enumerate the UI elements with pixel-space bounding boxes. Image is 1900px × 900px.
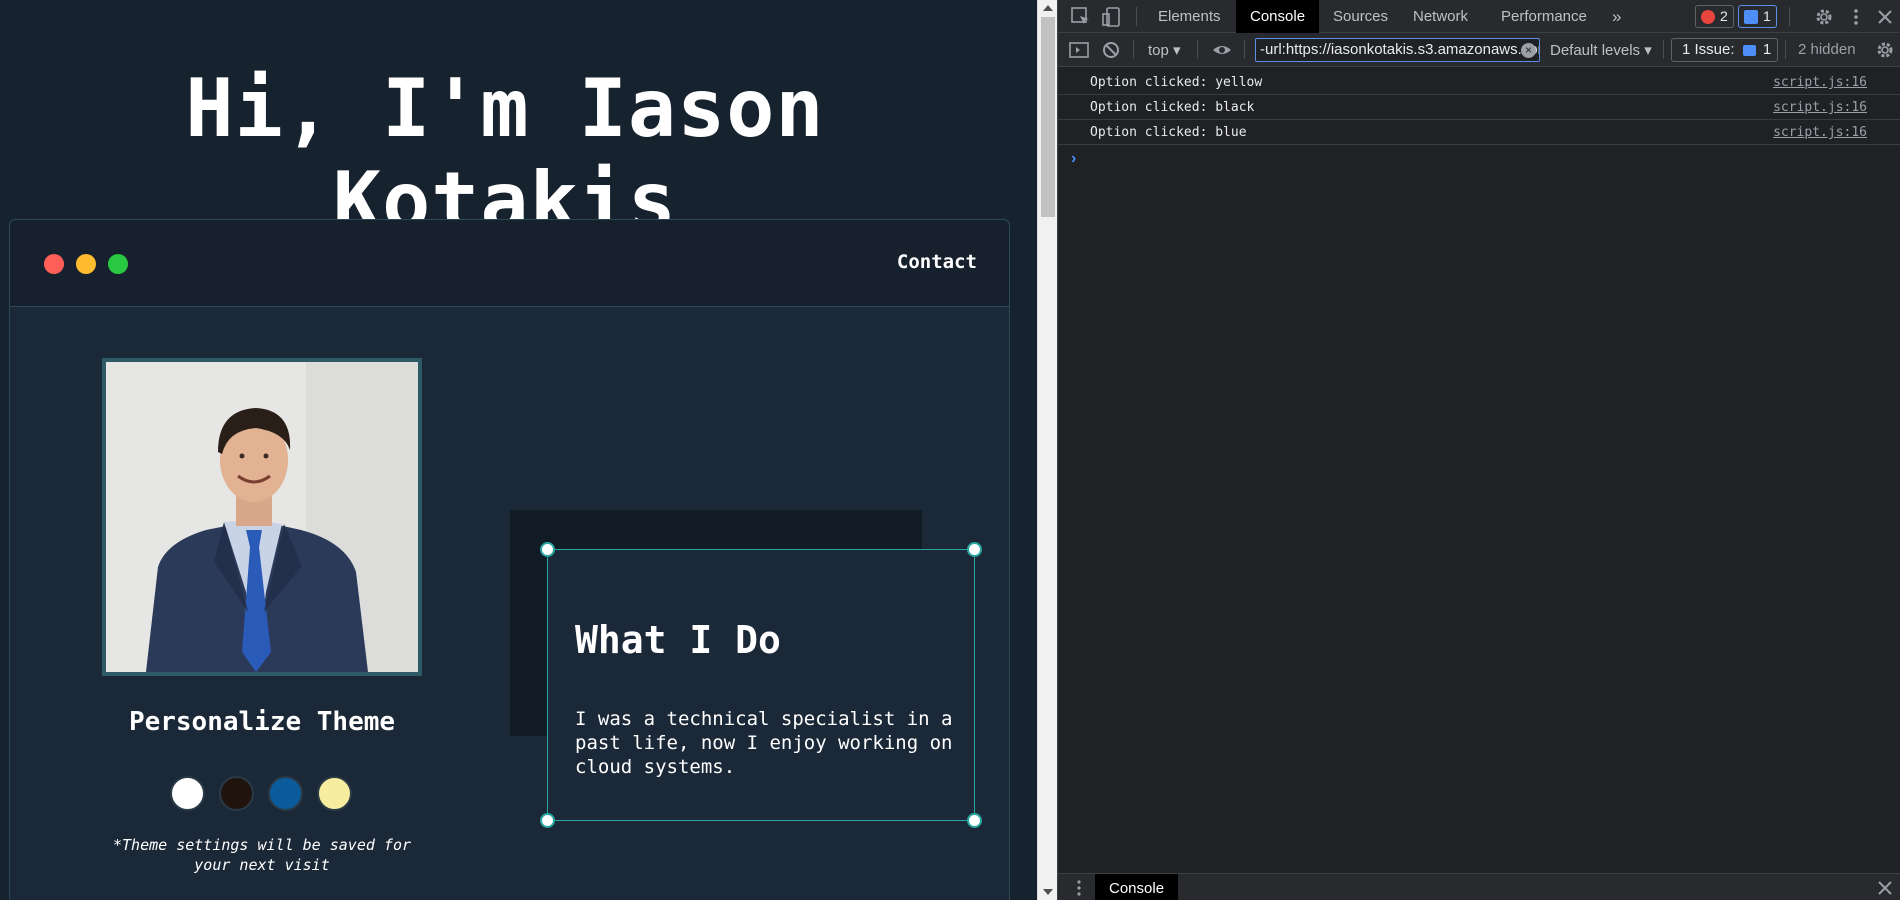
tab-elements[interactable]: Elements (1144, 0, 1235, 33)
errors-badge[interactable]: 2 (1695, 5, 1734, 28)
more-tabs-icon[interactable]: » (1598, 0, 1635, 33)
devtools-tab-bar: Elements Console Sources Network Perform… (1058, 0, 1900, 33)
levels-label: Default levels (1550, 42, 1641, 59)
inspect-element-icon[interactable] (1070, 6, 1092, 28)
errors-count: 2 (1720, 8, 1728, 24)
card-text: I was a technical specialist in a past l… (575, 708, 953, 778)
context-label: top (1148, 42, 1169, 59)
issue-message-icon (1742, 44, 1756, 56)
show-sidebar-icon[interactable] (1068, 39, 1090, 61)
tab-console[interactable]: Console (1236, 0, 1320, 33)
issues-label: 1 Issue: (1682, 41, 1735, 58)
console-prompt[interactable]: › (1071, 150, 1076, 168)
clear-filter-icon[interactable]: × (1521, 43, 1536, 58)
scroll-down-arrow-icon[interactable] (1043, 889, 1053, 895)
window-maximize-dot (108, 254, 128, 274)
messages-count: 1 (1763, 8, 1771, 24)
mock-window: Contact Personalize Theme *Theme setting… (9, 219, 1010, 900)
kebab-menu-icon[interactable] (1845, 6, 1867, 28)
theme-swatch-black[interactable] (219, 776, 254, 811)
close-devtools-icon[interactable] (1874, 6, 1896, 28)
tab-sources[interactable]: Sources (1319, 0, 1402, 33)
log-message: Option clicked: blue (1090, 125, 1247, 140)
issues-button[interactable]: 1 Issue: 1 (1671, 38, 1779, 62)
console-log-row: Option clicked: blue script.js:16 (1058, 120, 1900, 145)
log-source-link[interactable]: script.js:16 (1773, 100, 1867, 115)
settings-gear-icon[interactable] (1813, 6, 1835, 28)
log-source-link[interactable]: script.js:16 (1773, 125, 1867, 140)
filter-value: -url:https://iasonkotakis.s3.amazonaws.c… (1260, 41, 1540, 58)
close-drawer-icon[interactable] (1874, 877, 1896, 899)
hidden-messages-count: 2 hidden (1798, 41, 1856, 58)
window-close-dot (44, 254, 64, 274)
resize-handle-top-left[interactable] (540, 542, 555, 557)
clear-console-icon[interactable] (1100, 39, 1122, 61)
separator (1785, 40, 1786, 59)
theme-swatch-blue[interactable] (268, 776, 303, 811)
separator (1133, 40, 1134, 59)
messages-badge[interactable]: 1 (1738, 5, 1777, 28)
console-toolbar: top ▾ -url:https://iasonkotakis.s3.amazo… (1058, 33, 1900, 67)
website-viewport: Hi, I'm Iason Kotakis Contact Personaliz… (0, 0, 1037, 900)
window-title-bar: Contact (10, 220, 1009, 307)
error-icon (1701, 10, 1715, 24)
separator (1136, 7, 1137, 26)
log-source-link[interactable]: script.js:16 (1773, 75, 1867, 90)
scrollbar-thumb[interactable] (1041, 17, 1055, 217)
tab-network[interactable]: Network (1399, 0, 1482, 33)
contact-link[interactable]: Contact (897, 251, 977, 273)
page-scrollbar[interactable] (1037, 0, 1057, 900)
separator (1663, 40, 1664, 59)
resize-handle-top-right[interactable] (967, 542, 982, 557)
profile-photo (102, 358, 422, 676)
resize-handle-bottom-right[interactable] (967, 813, 982, 828)
separator (1244, 40, 1245, 59)
card-title: What I Do (575, 618, 781, 662)
live-expression-eye-icon[interactable] (1211, 39, 1233, 61)
separator (1197, 40, 1198, 59)
scroll-up-arrow-icon[interactable] (1043, 5, 1053, 11)
window-minimize-dot (76, 254, 96, 274)
theme-save-note: *Theme settings will be saved for your n… (112, 836, 411, 874)
console-log-row: Option clicked: yellow script.js:16 (1058, 70, 1900, 95)
what-i-do-card: What I Do I was a technical specialist i… (540, 542, 982, 828)
resize-handle-bottom-left[interactable] (540, 813, 555, 828)
device-toolbar-icon[interactable] (1101, 6, 1123, 28)
console-log-row: Option clicked: black script.js:16 (1058, 95, 1900, 120)
issues-count: 1 (1762, 41, 1772, 58)
log-message: Option clicked: yellow (1090, 75, 1263, 90)
tab-performance[interactable]: Performance (1487, 0, 1601, 33)
drawer-menu-icon[interactable] (1068, 877, 1090, 899)
console-settings-gear-icon[interactable] (1874, 39, 1896, 61)
devtools-drawer: Console (1058, 873, 1900, 900)
drawer-tab-console[interactable]: Console (1095, 874, 1179, 900)
personalize-theme-heading: Personalize Theme (128, 707, 396, 737)
log-message: Option clicked: black (1090, 100, 1255, 115)
separator (1789, 7, 1790, 26)
log-levels-dropdown[interactable]: Default levels ▾ (1550, 41, 1652, 59)
context-selector[interactable]: top ▾ (1148, 41, 1181, 59)
devtools-panel: Elements Console Sources Network Perform… (1057, 0, 1900, 900)
theme-swatch-yellow[interactable] (317, 776, 352, 811)
message-icon (1744, 10, 1758, 24)
theme-swatch-white[interactable] (170, 776, 205, 811)
console-filter-input[interactable]: -url:https://iasonkotakis.s3.amazonaws.c… (1255, 38, 1540, 62)
